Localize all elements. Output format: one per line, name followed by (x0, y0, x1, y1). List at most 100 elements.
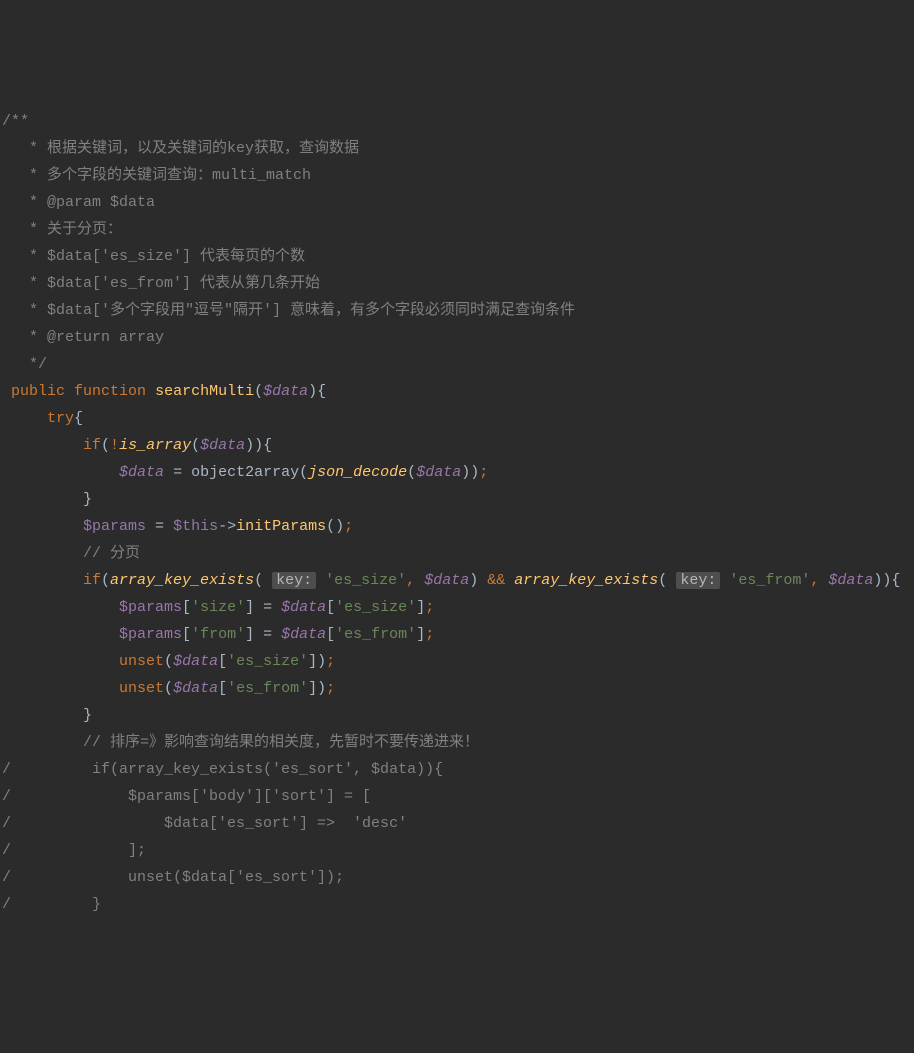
str-size: 'size' (191, 599, 245, 616)
paren: ( (407, 464, 416, 481)
fn-json-decode: json_decode (308, 464, 407, 481)
try-brace: { (74, 410, 83, 427)
paren: ( (101, 572, 110, 589)
docblock-l5: * $data['es_size'] 代表每页的个数 (20, 248, 305, 265)
assign: = (155, 518, 164, 535)
str-es-size: 'es_size' (325, 572, 406, 589)
var-params: $params (119, 626, 182, 643)
comma: , (810, 572, 819, 589)
docblock-l7: * $data['多个字段用"逗号"隔开'] 意味着，有多个字段必须同时满足查询… (20, 302, 575, 319)
hint-key: key: (272, 572, 316, 589)
var-data: $data (173, 680, 218, 697)
and-op: && (487, 572, 505, 589)
docblock-open: /** (2, 113, 29, 130)
semi: ; (479, 464, 488, 481)
commented-code-4: / ]; (2, 842, 146, 859)
assign: = (263, 626, 272, 643)
paren: ( (164, 680, 173, 697)
keyword-public: public (11, 383, 65, 400)
docblock-l6: * $data['es_from'] 代表从第几条开始 (20, 275, 320, 292)
semi: ; (425, 599, 434, 616)
str-es-from: 'es_from' (227, 680, 308, 697)
keyword-function: function (74, 383, 146, 400)
var-data: $data (281, 599, 326, 616)
bracket: ]) (308, 680, 326, 697)
bracket: ]) (308, 653, 326, 670)
bracket: [ (218, 680, 227, 697)
docblock-l4: * 关于分页： (20, 221, 122, 238)
bracket: ] (245, 599, 254, 616)
paren: ( (191, 437, 200, 454)
var-params: $params (119, 599, 182, 616)
arrow: -> (218, 518, 236, 535)
str-es-size: 'es_size' (227, 653, 308, 670)
var-data: $data (119, 464, 164, 481)
comma: , (406, 572, 415, 589)
var-data: $data (424, 572, 469, 589)
semi: ; (425, 626, 434, 643)
bracket: ] (416, 626, 425, 643)
hint-key: key: (676, 572, 720, 589)
comment-pagination: // 分页 (83, 545, 140, 562)
commented-code-2: / $params['body']['sort'] = [ (2, 788, 371, 805)
assign: = (263, 599, 272, 616)
paren: ( (164, 653, 173, 670)
paren: )){ (245, 437, 272, 454)
bracket: [ (218, 653, 227, 670)
var-data: $data (173, 653, 218, 670)
paren: ( (101, 437, 110, 454)
keyword-try: try (47, 410, 74, 427)
var-data: $data (281, 626, 326, 643)
str-from: 'from' (191, 626, 245, 643)
bracket: [ (326, 626, 335, 643)
code-editor-viewport: /** * 根据关键词，以及关键词的key获取，查询数据 * 多个字段的关键词查… (0, 108, 914, 918)
keyword-unset: unset (119, 680, 164, 697)
close-brace: } (83, 707, 92, 724)
paren: )) (461, 464, 479, 481)
fn-ake: array_key_exists (110, 572, 254, 589)
fn-ake: array_key_exists (514, 572, 658, 589)
keyword-unset: unset (119, 653, 164, 670)
commented-code-3: / $data['es_sort'] => 'desc' (2, 815, 407, 832)
keyword-if: if (83, 572, 101, 589)
bracket: [ (326, 599, 335, 616)
paren-open: ( (254, 383, 263, 400)
fn-init-params: initParams (236, 518, 326, 535)
var-this: $this (173, 518, 218, 535)
var-data: $data (828, 572, 873, 589)
commented-code-5: / unset($data['es_sort']); (2, 869, 344, 886)
semi: ; (326, 680, 335, 697)
bracket: [ (182, 626, 191, 643)
docblock-l8: * @return array (20, 329, 164, 346)
str-es-from: 'es_from' (729, 572, 810, 589)
comment-sort: // 排序=》影响查询结果的相关度，先暂时不要传递进来！ (83, 734, 479, 751)
paren: ( (299, 464, 308, 481)
paren-close: ) (308, 383, 317, 400)
var-data: $data (200, 437, 245, 454)
paren: ( (658, 572, 667, 589)
str-es-from: 'es_from' (335, 626, 416, 643)
commented-code-6: / } (2, 896, 101, 913)
commented-code-1: / if(array_key_exists('es_sort', $data))… (2, 761, 443, 778)
docblock-close: */ (20, 356, 47, 373)
paren: ( (254, 572, 263, 589)
var-params: $params (83, 518, 146, 535)
bracket: ] (416, 599, 425, 616)
not-op: ! (110, 437, 119, 454)
docblock-l2: * 多个字段的关键词查询：multi_match (20, 167, 311, 184)
paren: )){ (873, 572, 900, 589)
close-brace: } (83, 491, 92, 508)
docblock-l1: * 根据关键词，以及关键词的key获取，查询数据 (20, 140, 359, 157)
semi: ; (344, 518, 353, 535)
param-data: $data (263, 383, 308, 400)
var-data: $data (416, 464, 461, 481)
bracket: [ (182, 599, 191, 616)
keyword-if: if (83, 437, 101, 454)
fn-is-array: is_array (119, 437, 191, 454)
method-name: searchMulti (155, 383, 254, 400)
str-es-size: 'es_size' (335, 599, 416, 616)
brace-open: { (317, 383, 326, 400)
semi: ; (326, 653, 335, 670)
paren: () (326, 518, 344, 535)
paren: ) (469, 572, 478, 589)
